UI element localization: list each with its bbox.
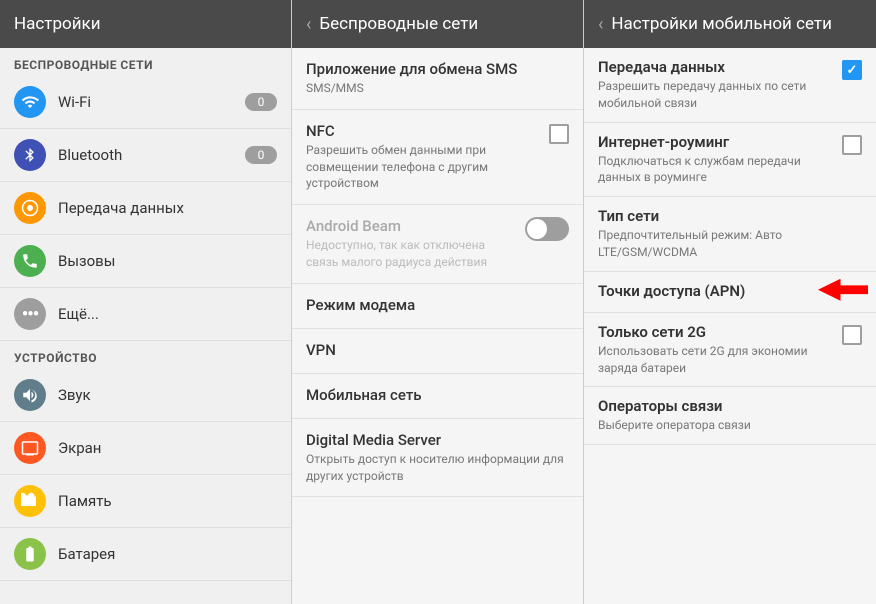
mobile-network-title: Мобильная сеть bbox=[306, 386, 569, 404]
more-label: Ещё... bbox=[58, 305, 277, 323]
middle-panel-header: ‹ Беспроводные сети bbox=[292, 0, 583, 48]
right-back-arrow[interactable]: ‹ bbox=[598, 14, 603, 35]
data-transfer-item[interactable]: Передача данных Разрешить передачу данны… bbox=[584, 48, 876, 123]
middle-panel: ‹ Беспроводные сети Приложение для обмен… bbox=[292, 0, 584, 604]
sms-subtitle: SMS/MMS bbox=[306, 80, 569, 97]
2g-only-title: Только сети 2G bbox=[598, 323, 834, 341]
bluetooth-badge: 0 bbox=[245, 146, 277, 164]
wireless-section-label: БЕСПРОВОДНЫЕ СЕТИ bbox=[0, 48, 291, 76]
network-type-title: Тип сети bbox=[598, 207, 862, 225]
bluetooth-icon bbox=[14, 139, 46, 171]
sidebar-item-data-transfer[interactable]: Передача данных bbox=[0, 182, 291, 235]
apn-title: Точки доступа (APN) bbox=[598, 282, 796, 300]
apn-item[interactable]: Точки доступа (APN) bbox=[584, 272, 876, 313]
sound-label: Звук bbox=[58, 386, 277, 404]
android-beam-item: Android Beam Недоступно, так как отключе… bbox=[292, 205, 583, 284]
data-transfer-icon bbox=[14, 192, 46, 224]
2g-only-sub: Использовать сети 2G для экономии заряда… bbox=[598, 343, 834, 377]
sidebar-item-storage[interactable]: Память bbox=[0, 475, 291, 528]
battery-icon bbox=[14, 538, 46, 570]
sidebar-item-wifi[interactable]: Wi-Fi 0 bbox=[0, 76, 291, 129]
sound-icon bbox=[14, 379, 46, 411]
middle-panel-title: Беспроводные сети bbox=[319, 14, 478, 34]
roaming-checkbox[interactable] bbox=[842, 135, 862, 155]
right-panel-title: Настройки мобильной сети bbox=[611, 14, 832, 34]
dms-subtitle: Открыть доступ к носителю информации для… bbox=[306, 451, 569, 485]
network-type-item[interactable]: Тип сети Предпочтительный режим: Авто LT… bbox=[584, 197, 876, 272]
2g-only-item[interactable]: Только сети 2G Использовать сети 2G для … bbox=[584, 313, 876, 388]
bluetooth-label: Bluetooth bbox=[58, 146, 245, 164]
mobile-network-item[interactable]: Мобильная сеть bbox=[292, 374, 583, 419]
vpn-item[interactable]: VPN bbox=[292, 329, 583, 374]
sidebar-item-sound[interactable]: Звук bbox=[0, 369, 291, 422]
data-transfer-checkbox[interactable] bbox=[842, 60, 862, 80]
apn-arrow-icon bbox=[818, 279, 868, 301]
wifi-badge: 0 bbox=[245, 93, 277, 111]
storage-label: Память bbox=[58, 492, 277, 510]
operators-sub: Выберите оператора связи bbox=[598, 417, 862, 434]
left-panel-header: Настройки bbox=[0, 0, 291, 48]
dms-item[interactable]: Digital Media Server Открыть доступ к но… bbox=[292, 419, 583, 498]
sidebar-item-bluetooth[interactable]: Bluetooth 0 bbox=[0, 129, 291, 182]
sidebar-item-display[interactable]: Экран bbox=[0, 422, 291, 475]
roaming-sub: Подключаться к службам передачи данных в… bbox=[598, 153, 834, 187]
display-label: Экран bbox=[58, 439, 277, 457]
sidebar-item-calls[interactable]: Вызовы bbox=[0, 235, 291, 288]
data-transfer-label: Передача данных bbox=[58, 199, 277, 217]
device-section-label: УСТРОЙСТВО bbox=[0, 341, 291, 369]
sidebar-item-more[interactable]: ••• Ещё... bbox=[0, 288, 291, 341]
more-icon: ••• bbox=[14, 298, 46, 330]
roaming-title: Интернет-роуминг bbox=[598, 133, 834, 151]
right-panel: ‹ Настройки мобильной сети Передача данн… bbox=[584, 0, 876, 604]
sms-title: Приложение для обмена SMS bbox=[306, 60, 569, 78]
wifi-icon bbox=[14, 86, 46, 118]
storage-icon bbox=[14, 485, 46, 517]
calls-icon bbox=[14, 245, 46, 277]
sms-item[interactable]: Приложение для обмена SMS SMS/MMS bbox=[292, 48, 583, 110]
hotspot-item[interactable]: Режим модема bbox=[292, 284, 583, 329]
display-icon bbox=[14, 432, 46, 464]
calls-label: Вызовы bbox=[58, 252, 277, 270]
left-panel: Настройки БЕСПРОВОДНЫЕ СЕТИ Wi-Fi 0 Blue… bbox=[0, 0, 292, 604]
operators-title: Операторы связи bbox=[598, 397, 862, 415]
left-panel-title: Настройки bbox=[14, 14, 101, 34]
right-panel-header: ‹ Настройки мобильной сети bbox=[584, 0, 876, 48]
2g-only-checkbox[interactable] bbox=[842, 325, 862, 345]
android-beam-subtitle: Недоступно, так как отключена связь мало… bbox=[306, 237, 517, 271]
middle-back-arrow[interactable]: ‹ bbox=[306, 14, 311, 35]
nfc-item[interactable]: NFC Разрешить обмен данными при совмещен… bbox=[292, 110, 583, 205]
nfc-checkbox[interactable] bbox=[549, 124, 569, 144]
network-type-sub: Предпочтительный режим: Авто LTE/GSM/WCD… bbox=[598, 227, 862, 261]
apn-arrow bbox=[818, 279, 868, 305]
android-beam-title: Android Beam bbox=[306, 217, 517, 235]
sidebar-item-battery[interactable]: Батарея bbox=[0, 528, 291, 581]
android-beam-toggle bbox=[525, 217, 569, 241]
roaming-item[interactable]: Интернет-роуминг Подключаться к службам … bbox=[584, 123, 876, 198]
hotspot-title: Режим модема bbox=[306, 296, 569, 314]
nfc-subtitle: Разрешить обмен данными при совмещении т… bbox=[306, 142, 541, 192]
nfc-title: NFC bbox=[306, 122, 541, 140]
wifi-label: Wi-Fi bbox=[58, 93, 245, 111]
data-transfer-right-title: Передача данных bbox=[598, 58, 834, 76]
vpn-title: VPN bbox=[306, 341, 569, 359]
operators-item[interactable]: Операторы связи Выберите оператора связи bbox=[584, 387, 876, 445]
data-transfer-right-sub: Разрешить передачу данных по сети мобиль… bbox=[598, 78, 834, 112]
dms-title: Digital Media Server bbox=[306, 431, 569, 449]
battery-label: Батарея bbox=[58, 545, 277, 563]
